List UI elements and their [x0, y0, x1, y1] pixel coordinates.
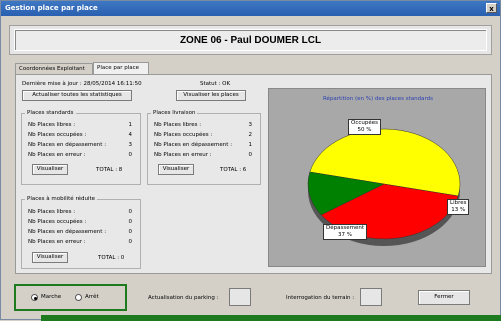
- status-strip: [41, 315, 501, 321]
- delivery-error-label: Nb Places en erreur :: [154, 152, 212, 158]
- standard-free-value: 1: [128, 122, 133, 128]
- last-update-text: Dernière mise à jour : 28/05/2014 16:11:…: [22, 81, 142, 87]
- reduced-total: TOTAL : 0: [98, 255, 125, 261]
- group-delivery: Places livraison Nb Places libres : 3 Nb…: [147, 110, 261, 185]
- reduced-view-button[interactable]: Visualiser: [32, 252, 68, 263]
- title-bar: Gestion place par place x: [1, 1, 500, 16]
- label-occupied: Occupées 50 %: [348, 119, 381, 135]
- parking-refresh-button[interactable]: [229, 288, 251, 306]
- radio-marche-label: Marche: [41, 294, 62, 300]
- label-free: Libres 13 %: [447, 199, 470, 215]
- label-occupied-pct: 50 %: [357, 127, 372, 133]
- parking-refresh-label: Actualisation du parking :: [148, 295, 219, 301]
- pie-chart: [307, 128, 461, 246]
- standard-overdue-label: Nb Places en dépassement :: [28, 142, 107, 148]
- close-button[interactable]: Fermer: [418, 290, 470, 305]
- label-occupied-name: Occupées: [351, 120, 378, 126]
- terrain-query-label: Interrogation du terrain :: [286, 295, 355, 301]
- group-standard-title: Places standards: [25, 110, 76, 116]
- group-delivery-title: Places livraison: [151, 110, 198, 116]
- group-reduced-mobility: Places à mobilité réduite Nb Places libr…: [21, 196, 141, 269]
- delivery-free-value: 3: [248, 122, 253, 128]
- reduced-free-value: 0: [128, 209, 133, 215]
- zone-header: ZONE 06 - Paul DOUMER LCL: [9, 25, 492, 55]
- view-places-button[interactable]: Visualiser les places: [176, 90, 246, 101]
- standard-total: TOTAL : 8: [96, 167, 123, 173]
- delivery-view-button[interactable]: Visualiser: [158, 164, 194, 175]
- label-overdue-pct: 37 %: [338, 232, 352, 238]
- reduced-occupied-value: 0: [128, 219, 133, 225]
- mode-group: Marche Arrêt: [14, 284, 127, 311]
- radio-marche[interactable]: [31, 294, 38, 301]
- delivery-total: TOTAL : 6: [220, 167, 247, 173]
- radio-arret-label: Arrêt: [85, 294, 99, 300]
- zone-title: ZONE 06 - Paul DOUMER LCL: [14, 29, 487, 51]
- pie-chart-panel: Répartition (en %) des places standards …: [268, 88, 486, 267]
- reduced-overdue-label: Nb Places en dépassement :: [28, 229, 107, 235]
- standard-occupied-value: 4: [128, 132, 133, 138]
- close-icon[interactable]: x: [486, 3, 497, 13]
- delivery-overdue-label: Nb Places en dépassement :: [154, 142, 233, 148]
- reduced-overdue-value: 0: [128, 229, 133, 235]
- delivery-error-value: 0: [248, 152, 253, 158]
- radio-arret[interactable]: [75, 294, 82, 301]
- window: Gestion place par place x ZONE 06 - Paul…: [0, 0, 501, 321]
- window-title: Gestion place par place: [5, 4, 98, 12]
- standard-error-value: 0: [128, 152, 133, 158]
- standard-overdue-value: 3: [128, 142, 133, 148]
- label-overdue-name: Dépassement: [326, 225, 364, 231]
- terrain-query-button[interactable]: [360, 288, 382, 306]
- delivery-occupied-label: Nb Places occupées :: [154, 132, 213, 138]
- label-overdue: Dépassement 37 %: [323, 224, 367, 240]
- label-free-name: Libres: [450, 200, 467, 206]
- delivery-free-label: Nb Places libres :: [154, 122, 202, 128]
- delivery-occupied-value: 2: [248, 132, 253, 138]
- reduced-occupied-label: Nb Places occupées :: [28, 219, 87, 225]
- refresh-stats-button[interactable]: Actualiser toutes les statistiques: [22, 90, 132, 101]
- standard-occupied-label: Nb Places occupées :: [28, 132, 87, 138]
- standard-free-label: Nb Places libres :: [28, 122, 76, 128]
- reduced-error-value: 0: [128, 239, 133, 245]
- standard-view-button[interactable]: Visualiser: [32, 164, 68, 175]
- label-free-pct: 13 %: [451, 207, 466, 213]
- status-text: Statut : OK: [200, 81, 231, 87]
- reduced-free-label: Nb Places libres :: [28, 209, 76, 215]
- delivery-overdue-value: 1: [248, 142, 253, 148]
- group-reduced-title: Places à mobilité réduite: [25, 196, 98, 202]
- standard-error-label: Nb Places en erreur :: [28, 152, 86, 158]
- reduced-error-label: Nb Places en erreur :: [28, 239, 86, 245]
- group-standard: Places standards Nb Places libres : 1 Nb…: [21, 110, 141, 185]
- tab-panel: Dernière mise à jour : 28/05/2014 16:11:…: [15, 74, 492, 274]
